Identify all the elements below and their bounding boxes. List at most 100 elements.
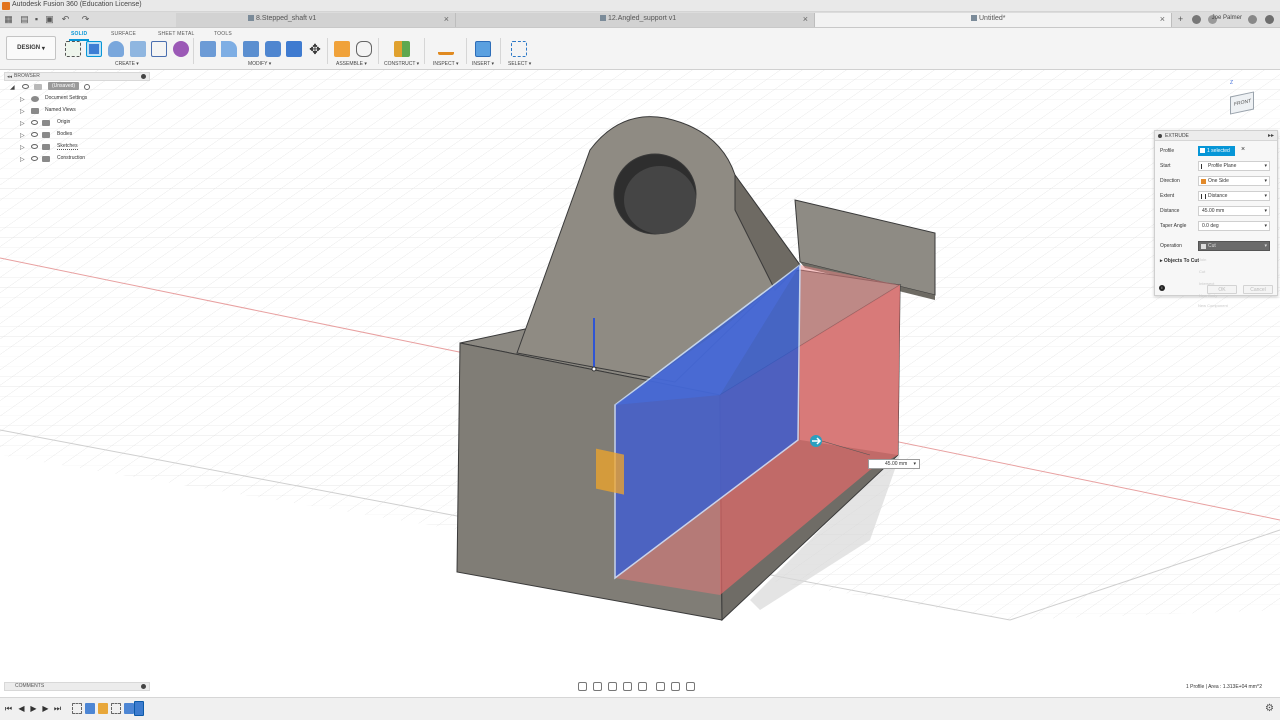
chamfer-icon[interactable]	[243, 41, 259, 57]
apps-grid-icon[interactable]: ▦	[3, 14, 14, 25]
expand-triangle-icon[interactable]: ▷	[20, 156, 25, 163]
expand-triangle-icon[interactable]: ◢	[10, 84, 15, 91]
viewcube-front-face[interactable]: FRONT	[1230, 91, 1254, 115]
expand-triangle-icon[interactable]: ▷	[20, 120, 25, 127]
go-to-end-icon[interactable]: ⏭	[53, 704, 62, 714]
tab-surface[interactable]: SURFACE	[111, 31, 136, 37]
chevron-down-icon[interactable]: ▾	[1264, 222, 1267, 231]
insert-image-icon[interactable]	[475, 41, 491, 57]
timeline-marker[interactable]	[134, 701, 144, 716]
press-pull-icon[interactable]	[200, 41, 216, 57]
root-component-label[interactable]: (Unsaved)	[48, 82, 80, 90]
operation-option-join[interactable]: Join	[1199, 257, 1206, 262]
extrude-feature-icon[interactable]	[85, 703, 95, 714]
construct-menu[interactable]: CONSTRUCT ▾	[384, 61, 419, 67]
inspect-menu[interactable]: INSPECT ▾	[433, 61, 459, 67]
extensions-icon[interactable]	[1192, 15, 1201, 24]
file-menu-icon[interactable]: ▤	[19, 14, 30, 25]
tab-angled-support[interactable]: 12.Angled_support v1 ×	[456, 13, 815, 27]
gear-icon[interactable]: ⚙	[1265, 703, 1274, 714]
step-back-icon[interactable]: ◀	[17, 704, 26, 714]
sketch-feature-icon[interactable]	[111, 703, 121, 714]
tab-sheet-metal[interactable]: SHEET METAL	[158, 31, 194, 37]
operation-option-new-component[interactable]: New Component	[1198, 303, 1228, 308]
tab-solid[interactable]: SOLID	[68, 31, 90, 41]
create-menu[interactable]: CREATE ▾	[115, 61, 139, 67]
browser-item-bodies[interactable]: ▷ Bodies	[4, 129, 150, 141]
play-icon[interactable]: ▶	[29, 704, 38, 714]
info-icon[interactable]: i	[1159, 285, 1165, 291]
create-form-icon[interactable]	[173, 41, 189, 57]
extent-select[interactable]: Distance ▾	[1198, 191, 1270, 201]
distance-field[interactable]: 45.00 mm ▾	[1198, 206, 1270, 216]
expand-dialog-icon[interactable]: ▸▸	[1268, 131, 1274, 141]
expand-triangle-icon[interactable]: ▷	[20, 108, 25, 115]
fit-icon[interactable]	[638, 682, 647, 691]
look-at-icon[interactable]	[593, 682, 602, 691]
activate-radio-icon[interactable]	[84, 84, 90, 90]
assemble-menu[interactable]: ASSEMBLE ▾	[336, 61, 367, 67]
joint-icon[interactable]	[356, 41, 372, 57]
loft-icon[interactable]	[151, 41, 167, 57]
save-icon-2[interactable]: ▣	[44, 14, 55, 25]
new-component-icon[interactable]	[334, 41, 350, 57]
user-name[interactable]: Joe Palmer	[1212, 15, 1242, 21]
comments-panel[interactable]: COMMENTS	[4, 682, 150, 691]
ok-button[interactable]: OK	[1207, 285, 1237, 294]
extrude-dialog-header[interactable]: EXTRUDE ▸▸	[1155, 131, 1277, 141]
browser-header[interactable]: ◂◂ BROWSER	[4, 72, 150, 81]
tab-stepped-shaft[interactable]: 8.Stepped_shaft v1 ×	[176, 13, 456, 27]
taper-angle-field[interactable]: 0.0 deg ▾	[1198, 221, 1270, 231]
chevron-down-icon[interactable]: ▾	[1264, 207, 1267, 216]
help-icon[interactable]	[1248, 15, 1257, 24]
panel-options-icon[interactable]	[141, 74, 146, 79]
modify-menu[interactable]: MODIFY ▾	[248, 61, 271, 67]
redo-icon[interactable]: ↷	[80, 14, 91, 25]
3d-viewport[interactable]: Z FRONT	[0, 70, 1280, 678]
user-avatar[interactable]	[1265, 15, 1274, 24]
revolve-icon[interactable]	[108, 41, 124, 57]
view-cube[interactable]: Z FRONT	[1222, 80, 1268, 120]
grid-settings-icon[interactable]	[671, 682, 680, 691]
move-copy-icon[interactable]: ✥	[307, 41, 323, 57]
clear-selection-icon[interactable]: ×	[1241, 146, 1245, 153]
expand-triangle-icon[interactable]: ▷	[20, 96, 25, 103]
tab-tools[interactable]: TOOLS	[214, 31, 232, 37]
fillet-icon[interactable]	[221, 41, 237, 57]
chevron-down-icon[interactable]: ▾	[913, 460, 916, 469]
select-menu[interactable]: SELECT ▾	[508, 61, 531, 67]
close-tab-icon[interactable]: ×	[803, 14, 808, 24]
operation-select[interactable]: Cut ▾	[1198, 241, 1270, 251]
visibility-eye-icon[interactable]	[22, 84, 29, 89]
sketch-feature-icon[interactable]	[72, 703, 82, 714]
undo-icon[interactable]: ↶	[60, 14, 71, 25]
select-window-icon[interactable]	[511, 41, 527, 57]
extrude-feature-icon[interactable]	[124, 703, 134, 714]
close-tab-icon[interactable]: ×	[1160, 14, 1165, 24]
direction-select[interactable]: One Side ▾	[1198, 176, 1270, 186]
visibility-eye-icon[interactable]	[31, 120, 38, 125]
zoom-icon[interactable]	[623, 682, 632, 691]
offset-plane-icon[interactable]	[394, 41, 410, 57]
step-forward-icon[interactable]: ▶	[41, 704, 50, 714]
pan-icon[interactable]	[608, 682, 617, 691]
extrude-icon[interactable]	[86, 41, 102, 57]
viewports-icon[interactable]	[686, 682, 695, 691]
orbit-icon[interactable]	[578, 682, 587, 691]
visibility-eye-icon[interactable]	[31, 132, 38, 137]
operation-option-cut[interactable]: Cut	[1199, 269, 1205, 274]
go-to-start-icon[interactable]: ⏮	[4, 704, 13, 714]
distance-input-field[interactable]: 45.00 mm ▾	[868, 459, 920, 469]
shell-icon[interactable]	[265, 41, 281, 57]
close-tab-icon[interactable]: ×	[444, 14, 449, 24]
insert-menu[interactable]: INSERT ▾	[472, 61, 494, 67]
browser-item-document-settings[interactable]: ▷ Document Settings	[4, 93, 150, 105]
measure-icon[interactable]	[438, 45, 454, 55]
profile-selection-button[interactable]: 1 selected	[1198, 146, 1235, 156]
comments-add-icon[interactable]	[141, 684, 146, 689]
combine-icon[interactable]	[286, 41, 302, 57]
browser-item-named-views[interactable]: ▷ Named Views	[4, 105, 150, 117]
collapse-icon[interactable]: ◂◂	[7, 74, 12, 81]
fillet-feature-icon[interactable]	[98, 703, 108, 714]
tab-untitled[interactable]: Untitled* ×	[815, 13, 1172, 27]
